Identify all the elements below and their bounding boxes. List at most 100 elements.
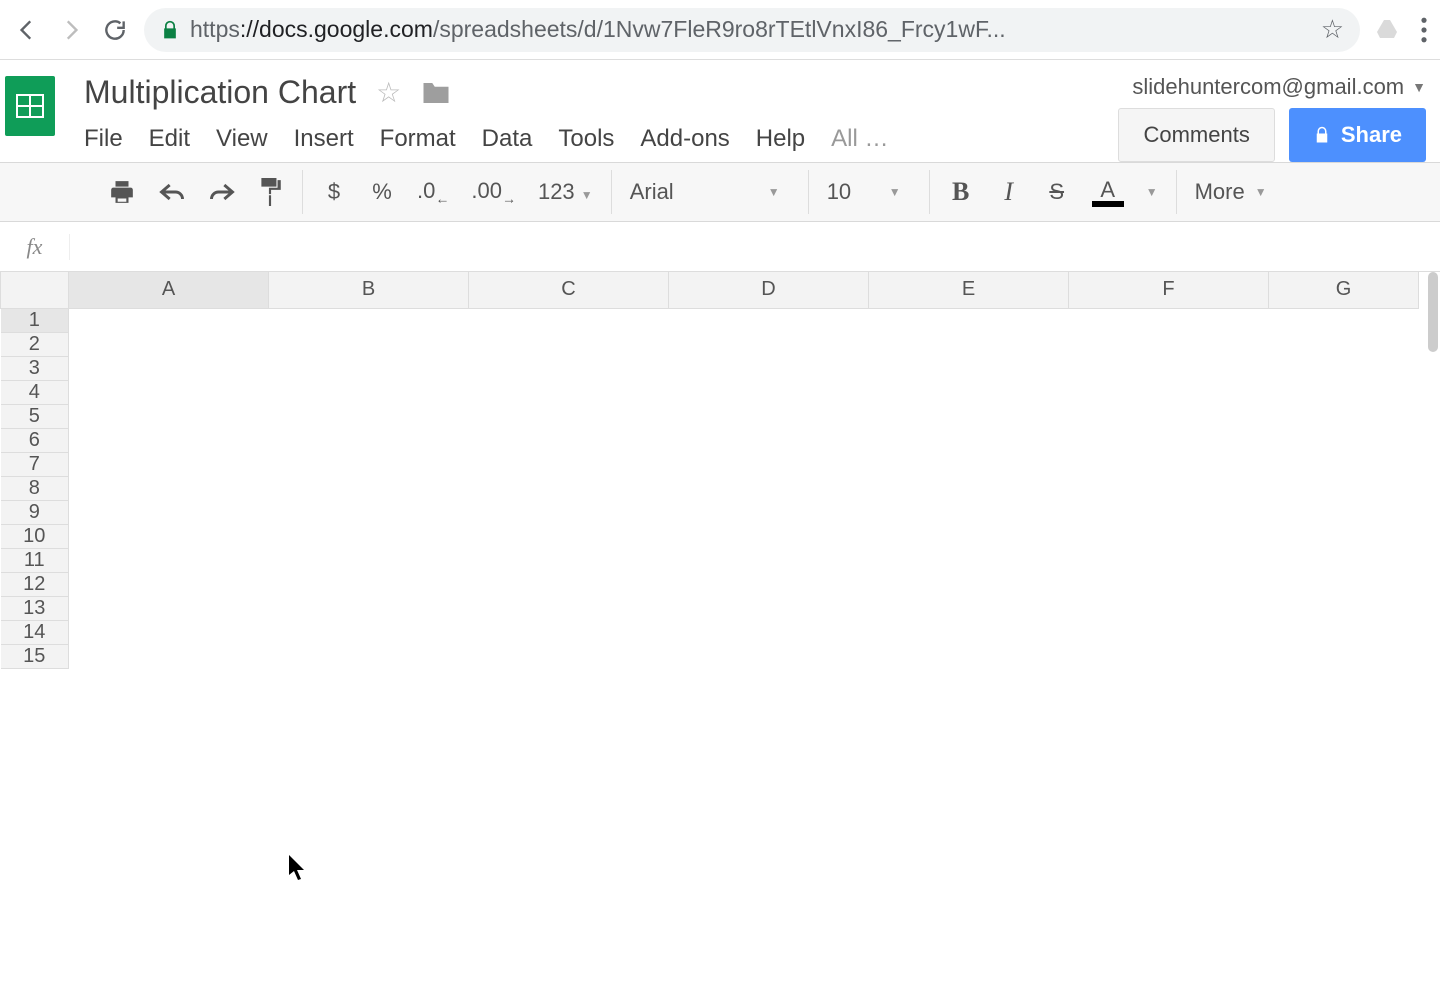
row-header-1[interactable]: 1 bbox=[1, 308, 69, 332]
cell-G14[interactable] bbox=[1269, 620, 1419, 644]
cell-B2[interactable] bbox=[269, 332, 469, 356]
cell-A13[interactable] bbox=[69, 596, 269, 620]
column-header-E[interactable]: E bbox=[869, 272, 1069, 308]
cell-G15[interactable] bbox=[1269, 644, 1419, 668]
font-family-select[interactable]: Arial ▼ bbox=[630, 179, 790, 205]
forward-button[interactable] bbox=[56, 15, 86, 45]
cell-B13[interactable] bbox=[269, 596, 469, 620]
cell-E4[interactable] bbox=[869, 380, 1069, 404]
cell-A10[interactable] bbox=[69, 524, 269, 548]
row-header-10[interactable]: 10 bbox=[1, 524, 69, 548]
text-color-button[interactable]: A bbox=[1092, 177, 1124, 207]
cell-G13[interactable] bbox=[1269, 596, 1419, 620]
cell-A14[interactable] bbox=[69, 620, 269, 644]
cell-A15[interactable] bbox=[69, 644, 269, 668]
cell-A1[interactable] bbox=[69, 308, 269, 332]
cell-B1[interactable] bbox=[269, 308, 469, 332]
menu-help[interactable]: Help bbox=[756, 125, 805, 153]
menu-edit[interactable]: Edit bbox=[149, 125, 190, 153]
cell-D15[interactable] bbox=[669, 644, 869, 668]
cell-E11[interactable] bbox=[869, 548, 1069, 572]
sheets-logo[interactable] bbox=[0, 66, 60, 146]
cell-G2[interactable] bbox=[1269, 332, 1419, 356]
cell-G11[interactable] bbox=[1269, 548, 1419, 572]
cell-A9[interactable] bbox=[69, 500, 269, 524]
cell-D12[interactable] bbox=[669, 572, 869, 596]
cell-E8[interactable] bbox=[869, 476, 1069, 500]
strikethrough-button[interactable]: S bbox=[1044, 179, 1070, 205]
cell-F10[interactable] bbox=[1069, 524, 1269, 548]
cell-A5[interactable] bbox=[69, 404, 269, 428]
cell-G3[interactable] bbox=[1269, 356, 1419, 380]
cell-C12[interactable] bbox=[469, 572, 669, 596]
cell-C15[interactable] bbox=[469, 644, 669, 668]
row-header-14[interactable]: 14 bbox=[1, 620, 69, 644]
cell-E15[interactable] bbox=[869, 644, 1069, 668]
row-header-15[interactable]: 15 bbox=[1, 644, 69, 668]
cell-A12[interactable] bbox=[69, 572, 269, 596]
decrease-decimal-button[interactable]: .0← bbox=[417, 178, 449, 206]
cell-A3[interactable] bbox=[69, 356, 269, 380]
cell-D11[interactable] bbox=[669, 548, 869, 572]
select-all-corner[interactable] bbox=[1, 272, 69, 308]
cell-B14[interactable] bbox=[269, 620, 469, 644]
row-header-12[interactable]: 12 bbox=[1, 572, 69, 596]
cell-B15[interactable] bbox=[269, 644, 469, 668]
cell-A11[interactable] bbox=[69, 548, 269, 572]
cell-F9[interactable] bbox=[1069, 500, 1269, 524]
cell-D1[interactable] bbox=[669, 308, 869, 332]
column-header-F[interactable]: F bbox=[1069, 272, 1269, 308]
menu-insert[interactable]: Insert bbox=[294, 125, 354, 153]
cell-G12[interactable] bbox=[1269, 572, 1419, 596]
cell-F11[interactable] bbox=[1069, 548, 1269, 572]
cell-C1[interactable] bbox=[469, 308, 669, 332]
menu-format[interactable]: Format bbox=[380, 125, 456, 153]
cell-C2[interactable] bbox=[469, 332, 669, 356]
cell-C7[interactable] bbox=[469, 452, 669, 476]
cell-G8[interactable] bbox=[1269, 476, 1419, 500]
italic-button[interactable]: I bbox=[996, 177, 1022, 207]
row-header-2[interactable]: 2 bbox=[1, 332, 69, 356]
undo-icon[interactable] bbox=[158, 181, 186, 203]
cell-C11[interactable] bbox=[469, 548, 669, 572]
cell-A6[interactable] bbox=[69, 428, 269, 452]
cell-G7[interactable] bbox=[1269, 452, 1419, 476]
cell-A8[interactable] bbox=[69, 476, 269, 500]
cell-A7[interactable] bbox=[69, 452, 269, 476]
cell-F14[interactable] bbox=[1069, 620, 1269, 644]
fx-label[interactable]: fx bbox=[0, 234, 70, 260]
more-tools-button[interactable]: More ▼ bbox=[1195, 179, 1267, 205]
currency-button[interactable]: $ bbox=[321, 179, 347, 205]
cell-F5[interactable] bbox=[1069, 404, 1269, 428]
cell-G5[interactable] bbox=[1269, 404, 1419, 428]
move-folder-icon[interactable] bbox=[421, 80, 451, 106]
cell-F15[interactable] bbox=[1069, 644, 1269, 668]
cell-B6[interactable] bbox=[269, 428, 469, 452]
column-header-C[interactable]: C bbox=[469, 272, 669, 308]
bookmark-star-icon[interactable]: ☆ bbox=[1321, 14, 1344, 45]
cell-B12[interactable] bbox=[269, 572, 469, 596]
cell-C14[interactable] bbox=[469, 620, 669, 644]
row-header-6[interactable]: 6 bbox=[1, 428, 69, 452]
row-header-5[interactable]: 5 bbox=[1, 404, 69, 428]
cell-G1[interactable] bbox=[1269, 308, 1419, 332]
cell-C10[interactable] bbox=[469, 524, 669, 548]
cell-D13[interactable] bbox=[669, 596, 869, 620]
cell-G6[interactable] bbox=[1269, 428, 1419, 452]
row-header-8[interactable]: 8 bbox=[1, 476, 69, 500]
cell-F8[interactable] bbox=[1069, 476, 1269, 500]
cell-D7[interactable] bbox=[669, 452, 869, 476]
cell-A2[interactable] bbox=[69, 332, 269, 356]
cell-C13[interactable] bbox=[469, 596, 669, 620]
row-header-4[interactable]: 4 bbox=[1, 380, 69, 404]
row-header-3[interactable]: 3 bbox=[1, 356, 69, 380]
drive-icon[interactable] bbox=[1374, 18, 1400, 42]
cell-C3[interactable] bbox=[469, 356, 669, 380]
cell-E14[interactable] bbox=[869, 620, 1069, 644]
cell-C5[interactable] bbox=[469, 404, 669, 428]
reload-button[interactable] bbox=[100, 15, 130, 45]
cell-B7[interactable] bbox=[269, 452, 469, 476]
menu-file[interactable]: File bbox=[84, 125, 123, 153]
cell-C8[interactable] bbox=[469, 476, 669, 500]
cell-E2[interactable] bbox=[869, 332, 1069, 356]
